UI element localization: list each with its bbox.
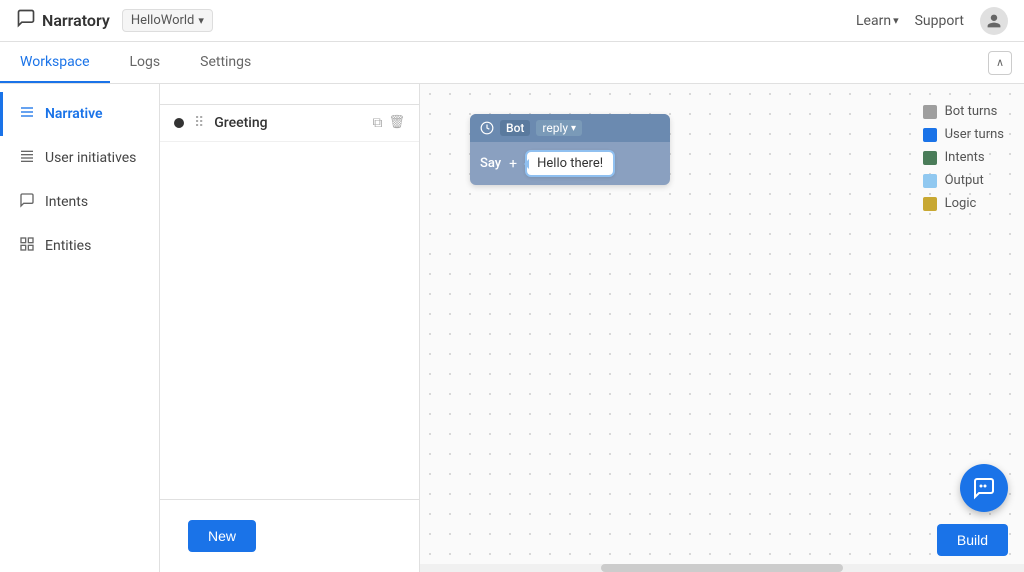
intents-label: Intents <box>945 150 985 165</box>
story-actions: ⧉ 🗑 <box>372 115 405 131</box>
learn-label: Learn <box>856 13 891 29</box>
legend-intents: Intents <box>923 150 1004 165</box>
clock-icon <box>480 121 494 135</box>
tab-settings[interactable]: Settings <box>180 42 271 83</box>
legend: Bot turns User turns Intents Output Logi… <box>923 104 1004 211</box>
support-link[interactable]: Support <box>915 13 964 29</box>
bot-block: Bot reply ▾ Say + Hello there! <box>470 114 670 185</box>
sidebar-item-entities[interactable]: Entities <box>0 224 159 268</box>
learn-link[interactable]: Learn ▾ <box>856 13 899 29</box>
sidebar-user-initiatives-label: User initiatives <box>45 150 136 166</box>
legend-output: Output <box>923 173 1004 188</box>
output-label: Output <box>945 173 984 188</box>
bot-block-body: Say + Hello there! <box>470 142 670 185</box>
logic-color <box>923 197 937 211</box>
tab-logs[interactable]: Logs <box>110 42 181 83</box>
sidebar: Narrative User initiatives Intents <box>0 84 160 572</box>
app-logo: Narratory <box>16 8 110 33</box>
logic-label: Logic <box>945 196 977 211</box>
sidebar-item-narrative[interactable]: Narrative <box>0 92 159 136</box>
say-label: Say <box>480 156 501 171</box>
sidebar-item-intents[interactable]: Intents <box>0 180 159 224</box>
user-initiatives-icon <box>19 148 35 168</box>
reply-label: reply <box>542 121 568 135</box>
canvas-scrollbar[interactable] <box>420 564 1024 572</box>
panel-header <box>160 84 419 105</box>
bot-block-header: Bot reply ▾ <box>470 114 670 142</box>
workspace-selector[interactable]: HelloWorld ▾ <box>122 9 213 32</box>
tab-workspace-label: Workspace <box>20 54 90 70</box>
narrative-icon <box>19 104 35 124</box>
tab-settings-label: Settings <box>200 54 251 70</box>
entities-icon <box>19 236 35 256</box>
bot-label: Bot <box>500 120 530 136</box>
nav-left: Narratory HelloWorld ▾ <box>16 8 213 33</box>
collapse-button[interactable]: ∧ <box>988 51 1012 75</box>
new-story-button[interactable]: New <box>188 520 256 552</box>
hello-text: Hello there! <box>537 156 603 171</box>
legend-bot-turns: Bot turns <box>923 104 1004 119</box>
story-list-panel: ⠿ Greeting ⧉ 🗑 New <box>160 84 420 572</box>
reply-chevron-icon: ▾ <box>571 123 576 134</box>
story-name: Greeting <box>214 115 362 131</box>
user-turns-label: User turns <box>945 127 1004 142</box>
tab-workspace[interactable]: Workspace <box>0 42 110 83</box>
drag-handle-icon[interactable]: ⠿ <box>194 115 204 131</box>
sidebar-narrative-label: Narrative <box>45 106 103 122</box>
sidebar-item-user-initiatives[interactable]: User initiatives <box>0 136 159 180</box>
story-item-greeting[interactable]: ⠿ Greeting ⧉ 🗑 <box>160 105 419 142</box>
support-label: Support <box>915 13 964 29</box>
canvas-scrollbar-thumb <box>601 564 843 572</box>
main-layout: Narrative User initiatives Intents <box>0 84 1024 572</box>
bot-turns-color <box>923 105 937 119</box>
sidebar-intents-label: Intents <box>45 194 88 210</box>
logo-icon <box>16 8 36 33</box>
copy-story-icon[interactable]: ⧉ <box>372 115 382 131</box>
tab-bar: Workspace Logs Settings ∧ <box>0 42 1024 84</box>
reply-dropdown[interactable]: reply ▾ <box>536 120 582 136</box>
intents-color <box>923 151 937 165</box>
tab-logs-label: Logs <box>130 54 161 70</box>
app-name: Narratory <box>42 11 110 30</box>
hello-bubble[interactable]: Hello there! <box>525 150 615 177</box>
sidebar-entities-label: Entities <box>45 238 91 254</box>
nav-right: Learn ▾ Support <box>856 7 1008 35</box>
chat-fab-button[interactable] <box>960 464 1008 512</box>
learn-dropdown-icon: ▾ <box>893 14 899 27</box>
say-plus-icon[interactable]: + <box>509 156 517 172</box>
bot-turns-label: Bot turns <box>945 104 998 119</box>
story-dot-icon <box>174 118 184 128</box>
user-turns-color <box>923 128 937 142</box>
legend-user-turns: User turns <box>923 127 1004 142</box>
canvas-area: Bot reply ▾ Say + Hello there! Bot turns <box>420 84 1024 572</box>
user-avatar[interactable] <box>980 7 1008 35</box>
intents-icon <box>19 192 35 212</box>
output-color <box>923 174 937 188</box>
top-nav: Narratory HelloWorld ▾ Learn ▾ Support <box>0 0 1024 42</box>
workspace-dropdown-icon: ▾ <box>198 14 204 27</box>
delete-story-icon[interactable]: 🗑 <box>388 115 405 131</box>
build-button[interactable]: Build <box>937 524 1008 556</box>
collapse-icon: ∧ <box>996 56 1004 69</box>
workspace-label: HelloWorld <box>131 13 195 28</box>
legend-logic: Logic <box>923 196 1004 211</box>
